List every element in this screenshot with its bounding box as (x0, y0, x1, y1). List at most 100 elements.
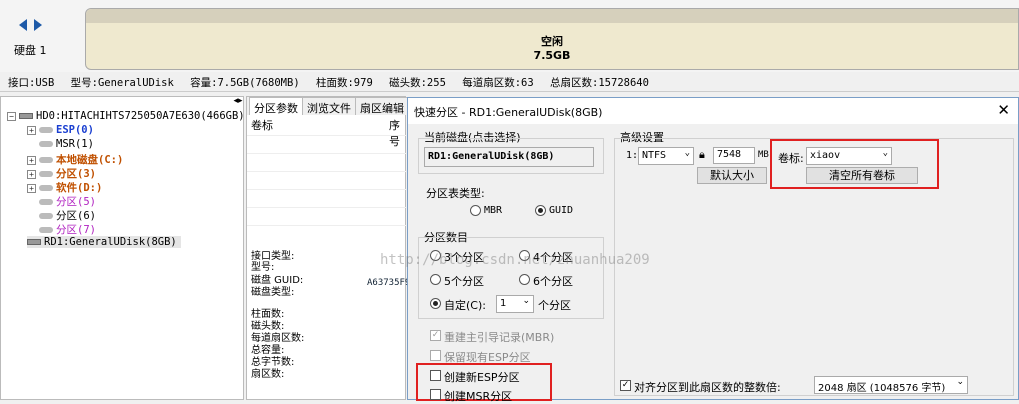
dialog-title: 快速分区 - RD1:GeneralUDisk(8GB) (414, 106, 603, 119)
disk-label: 硬盘 1 (14, 44, 47, 57)
chevron-down-icon: ⌄ (684, 148, 690, 158)
column-header-seq: 序号 (389, 119, 400, 148)
count-custom-radio[interactable] (430, 298, 441, 309)
info-sectors-per-track: 每道扇区数:63 (462, 77, 534, 89)
row-divider (247, 153, 407, 154)
row-divider (247, 207, 407, 208)
create-msr-label: 创建MSR分区 (444, 390, 513, 403)
tree-node-label: 分区(6) (56, 210, 96, 222)
custom-count-select[interactable]: 1 ⌄ (496, 295, 534, 313)
mbr-radio[interactable] (470, 205, 481, 216)
tree-node-label: 软件(D:) (56, 182, 103, 194)
tree-node-label: 分区(5) (56, 196, 96, 208)
partition-icon (39, 171, 53, 177)
info-cylinders: 柱面数:979 (315, 77, 373, 89)
guid-label: GUID (549, 205, 574, 216)
tab-browse-files[interactable]: 浏览文件 (302, 97, 356, 115)
tree-node-p5[interactable]: 分区(5) (39, 194, 96, 209)
row-divider (247, 135, 407, 136)
tree-node-rd1[interactable]: RD1:GeneralUDisk(8GB) (27, 236, 181, 248)
tree-node-msr[interactable]: MSR(1) (39, 138, 94, 150)
quick-partition-dialog: 快速分区 - RD1:GeneralUDisk(8GB) ✕ 当前磁盘(点击选择… (407, 97, 1019, 403)
tree-node-label: MSR(1) (56, 138, 94, 150)
collapse-icon[interactable]: − (7, 111, 16, 121)
row-divider (247, 225, 407, 226)
prev-disk-icon[interactable] (19, 19, 27, 31)
tree-node-label: ESP(0) (56, 124, 94, 136)
tab-sector-editor[interactable]: 扇区编辑 (355, 97, 409, 115)
close-icon[interactable]: ✕ (997, 101, 1010, 119)
free-space-title: 空闲 (541, 35, 563, 48)
expand-icon[interactable]: + (27, 183, 36, 193)
align-sectors-value: 2048 扇区 (1048576 字节) (818, 383, 946, 394)
info-model: 型号:GeneralUDisk (70, 77, 174, 89)
filesystem-select[interactable]: NTFS ⌄ (638, 147, 694, 165)
align-partition-label: 对齐分区到此扇区数的整数倍: (634, 381, 781, 394)
tree-node-p6[interactable]: 分区(6) (39, 208, 96, 223)
create-msr-checkbox[interactable] (430, 389, 441, 400)
disk-info-bar: 接口:USB 型号:GeneralUDisk 容量:7.5GB(7680MB) … (0, 72, 1019, 92)
expand-icon[interactable]: + (27, 169, 36, 179)
hard-disk-icon (19, 113, 33, 119)
default-size-button[interactable]: 默认大小 (697, 167, 767, 184)
filesystem-value: NTFS (642, 150, 667, 161)
chevron-down-icon: ⌄ (956, 377, 964, 387)
volume-label-select[interactable]: xiaov ⌄ (806, 147, 892, 165)
disk-guid-value: A63735F9 (367, 278, 411, 288)
count-6-radio[interactable] (519, 274, 530, 285)
disk-tree: − HD0:HITACHIHTS725050A7E630(466GB) + ESP(… (0, 96, 245, 400)
clear-volume-labels-button[interactable]: 清空所有卷标 (806, 167, 918, 184)
tab-bar: 分区参数 浏览文件 扇区编辑 (247, 97, 409, 115)
partition-icon (39, 185, 53, 191)
align-partition-checkbox[interactable]: ✓ (620, 380, 631, 391)
align-sectors-select[interactable]: 2048 扇区 (1048576 字节) ⌄ (814, 376, 968, 394)
tree-node-d[interactable]: + 软件(D:) (27, 180, 102, 195)
free-space-bar-header (86, 9, 1018, 23)
info-total-sectors: 总扇区数:15728640 (550, 77, 649, 89)
tree-node-hd0-label: HD0:HITACHIHTS725050A7E630(466GB) (36, 110, 245, 122)
info-label-interface-type: 接口类型: (251, 251, 295, 262)
info-label-disk-type: 磁盘类型: (251, 287, 295, 298)
custom-count-suffix: 个分区 (538, 299, 571, 312)
geo-label-heads: 磁头数: (251, 321, 285, 332)
tree-node-rd1-label: RD1:GeneralUDisk(8GB) (44, 236, 177, 248)
info-heads: 磁头数:255 (389, 77, 446, 89)
guid-radio[interactable] (535, 205, 546, 216)
tree-node-label: 分区(7) (56, 224, 96, 236)
partition-icon (39, 141, 53, 147)
lock-icon[interactable]: 🔒︎ (699, 148, 705, 162)
partition-size-input[interactable]: 7548 (713, 147, 755, 164)
tree-node-c[interactable]: + 本地磁盘(C:) (27, 152, 123, 167)
next-disk-icon[interactable] (34, 19, 42, 31)
partition-row-index: 1: (626, 150, 639, 161)
disk-nav (4, 16, 44, 36)
geo-label-total-bytes: 总字节数: (251, 357, 295, 368)
tree-node-p7[interactable]: 分区(7) (39, 222, 96, 237)
tree-node-label: 分区(3) (56, 168, 96, 180)
column-header-label: 卷标 (251, 119, 273, 132)
dialog-title-bar: 快速分区 - RD1:GeneralUDisk(8GB) ✕ (408, 98, 1018, 124)
row-divider (247, 189, 407, 190)
tree-node-hd0[interactable]: − HD0:HITACHIHTS725050A7E630(466GB) (7, 110, 245, 122)
create-esp-checkbox[interactable] (430, 370, 441, 381)
size-unit: MB (758, 150, 769, 160)
expand-icon[interactable]: + (27, 155, 36, 165)
geo-label-sectors-per-track: 每道扇区数: (251, 333, 305, 344)
tree-node-esp[interactable]: + ESP(0) (27, 124, 94, 136)
panel-arrows-icon[interactable]: ◂▸ (232, 96, 244, 108)
rebuild-mbr-checkbox[interactable]: ✓ (430, 330, 441, 341)
expand-icon[interactable]: + (27, 125, 36, 135)
partition-icon (39, 127, 53, 133)
info-capacity: 容量:7.5GB(7680MB) (190, 77, 300, 89)
keep-esp-checkbox[interactable] (430, 350, 441, 361)
row-divider (247, 171, 407, 172)
count-5-radio[interactable] (430, 274, 441, 285)
chevron-down-icon: ⌄ (522, 296, 530, 306)
volume-label-value: xiaov (810, 150, 841, 161)
free-space-bar[interactable]: 空闲 7.5GB (85, 8, 1019, 70)
tree-node-p3[interactable]: + 分区(3) (27, 166, 96, 181)
info-label-model: 型号: (251, 262, 275, 273)
create-esp-label: 创建新ESP分区 (444, 371, 520, 384)
current-disk-selector[interactable]: RD1:GeneralUDisk(8GB) (424, 147, 594, 167)
tab-partition-params[interactable]: 分区参数 (249, 97, 303, 115)
